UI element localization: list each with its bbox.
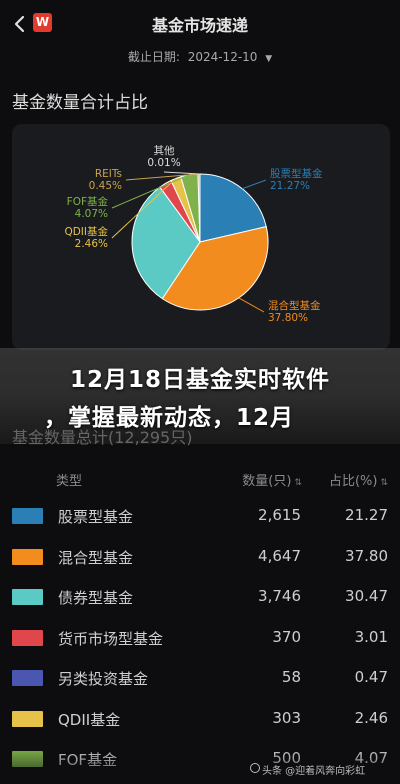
watermark: 头条 @迎着风奔向彩虹 bbox=[262, 766, 366, 777]
slice-value-label: 37.80% bbox=[268, 312, 308, 324]
fund-pct: 30.47 bbox=[345, 587, 388, 605]
fund-pct: 37.80 bbox=[345, 546, 388, 565]
slice-name-label: 混合型基金 bbox=[268, 299, 321, 312]
pie-chart-card: 股票型基金 21.27% 混合型基金 37.80% QDII基金 2.46% FOF基金 4.… bbox=[12, 124, 390, 350]
fund-pct: 2.46 bbox=[354, 708, 388, 727]
date-filter[interactable]: 截止日期: 2024-12-10 ▼ bbox=[0, 48, 400, 65]
fund-pct: 21.27 bbox=[345, 506, 388, 524]
legend-swatch bbox=[12, 670, 43, 686]
leader-line bbox=[238, 297, 265, 313]
watermark-icon bbox=[250, 763, 260, 773]
legend-swatch bbox=[12, 629, 43, 646]
date-value: 2024-12-10 bbox=[187, 50, 258, 64]
table-header: 类型 数量(只) ⇅ 占比(%) ⇅ bbox=[0, 462, 400, 496]
slice-name-label: FOF基金 bbox=[67, 195, 109, 208]
table-row[interactable]: 货币市场型基金 370 3.01 bbox=[0, 618, 400, 659]
fund-type-name: 股票型基金 bbox=[58, 508, 134, 526]
slice-value-label: 4.07% bbox=[75, 208, 108, 220]
table-row[interactable]: 债券型基金 3,746 30.47 bbox=[0, 577, 400, 618]
leader-line bbox=[242, 179, 267, 190]
header-type: 类型 bbox=[56, 474, 83, 489]
pie-chart: 股票型基金21.27% 混合型基金37.80% QDII基金2.46% FOF基金4.… bbox=[64, 144, 323, 324]
banner-title-line1: 12月18日基金实时软件 bbox=[69, 367, 330, 393]
fund-table: 类型 数量(只) ⇅ 占比(%) ⇅ 股票型基金 2,615 21.27 混合型基金 4,6… bbox=[0, 462, 400, 780]
header-pct-label: 占比(%) bbox=[328, 474, 378, 489]
header-count[interactable]: 数量(只) ⇅ bbox=[242, 470, 302, 489]
sort-icon: ⇅ bbox=[294, 478, 302, 488]
header-count-label: 数量(只) bbox=[242, 474, 292, 489]
slice-name-label: REITs bbox=[95, 168, 122, 180]
slice-value-label: 2.46% bbox=[75, 238, 108, 250]
table-row[interactable]: 股票型基金 2,615 21.27 bbox=[0, 496, 400, 537]
top-bar: W 基金市场速递 bbox=[0, 0, 400, 48]
fund-type-name: 混合型基金 bbox=[58, 548, 134, 567]
fund-count: 4,647 bbox=[258, 546, 301, 565]
sort-icon: ⇅ bbox=[380, 478, 388, 488]
header-pct[interactable]: 占比(%) ⇅ bbox=[329, 470, 388, 489]
legend-swatch bbox=[12, 508, 43, 524]
table-row[interactable]: QDII基金 303 2.46 bbox=[0, 699, 400, 740]
page-title: 基金市场速递 bbox=[151, 16, 248, 35]
fund-type-name: 货币市场型基金 bbox=[58, 629, 164, 648]
table-row[interactable]: 另类投资基金 58 0.47 bbox=[0, 658, 400, 699]
fund-type-name: 债券型基金 bbox=[58, 589, 134, 607]
slice-value-label: 21.27% bbox=[270, 180, 310, 192]
total-title: 基金数量总计(12,295只) bbox=[12, 428, 193, 447]
slice-value-label: 0.45% bbox=[89, 180, 122, 192]
fund-count: 3,746 bbox=[258, 587, 301, 605]
slice-value-label: 0.01% bbox=[147, 157, 180, 169]
fund-pct: 3.01 bbox=[354, 627, 388, 646]
table-row[interactable]: 混合型基金 4,647 37.80 bbox=[0, 537, 400, 578]
slice-name-label: 股票型基金 bbox=[270, 167, 323, 180]
legend-swatch bbox=[12, 710, 43, 727]
fund-type-name: 另类投资基金 bbox=[58, 670, 149, 688]
fund-count: 2,615 bbox=[258, 506, 301, 524]
section-title: 基金数量合计占比 bbox=[12, 93, 148, 113]
date-label: 截止日期: bbox=[127, 50, 180, 64]
triangle-down-icon: ▼ bbox=[265, 54, 273, 64]
fund-count: 370 bbox=[272, 627, 301, 646]
fund-pct: 0.47 bbox=[354, 668, 388, 686]
leader-line bbox=[163, 171, 201, 175]
fund-type-name: QDII基金 bbox=[58, 710, 121, 729]
legend-swatch bbox=[12, 589, 43, 605]
slice-name-label: QDII基金 bbox=[64, 225, 108, 238]
fund-count: 58 bbox=[281, 668, 301, 686]
slice-name-label: 其他 bbox=[154, 144, 175, 157]
fund-count: 303 bbox=[272, 708, 301, 727]
legend-swatch bbox=[12, 548, 43, 565]
